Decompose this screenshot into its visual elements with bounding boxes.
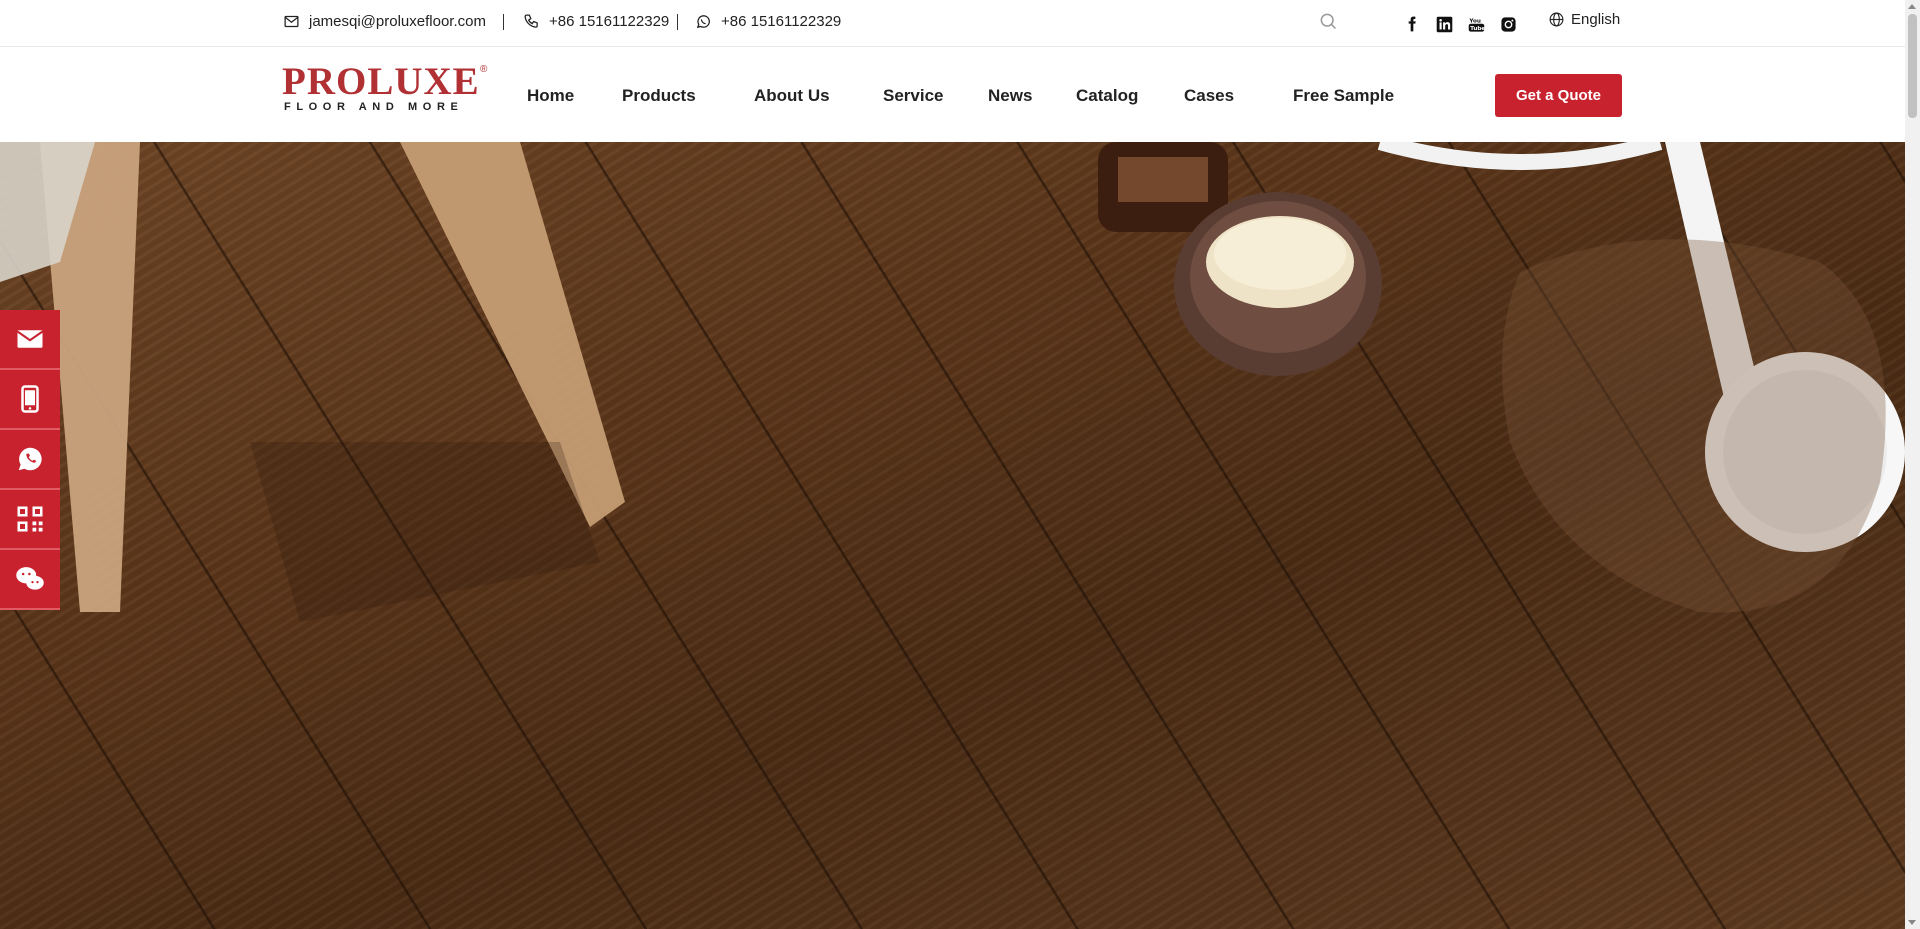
language-label: English (1571, 11, 1621, 28)
scroll-down-arrow[interactable] (1908, 920, 1916, 925)
language-selector[interactable]: English (1548, 11, 1620, 28)
facebook-icon[interactable] (1403, 15, 1421, 33)
nav-catalog[interactable]: Catalog (1076, 86, 1138, 106)
logo-brand: PROLUXE (282, 60, 480, 103)
instagram-icon[interactable] (1499, 15, 1517, 33)
top-info-bar: jamesqi@proluxefloor.com +86 15161122329… (0, 0, 1905, 47)
nav-about-us[interactable]: About Us (754, 86, 830, 106)
get-a-quote-button[interactable]: Get a Quote (1495, 74, 1622, 117)
whatsapp-icon (18, 447, 42, 471)
page-scrollbar[interactable] (1905, 0, 1920, 929)
youtube-icon[interactable]: You Tube (1467, 15, 1485, 33)
nav-news[interactable]: News (988, 86, 1032, 106)
qr-code-icon (17, 506, 43, 532)
mobile-icon (21, 385, 39, 413)
whatsapp-text: +86 15161122329 (721, 13, 842, 30)
phone-contact[interactable]: +86 15161122329 (523, 13, 669, 30)
search-icon[interactable] (1318, 11, 1338, 31)
main-navbar: PROLUXE ® FLOOR AND MORE Home Products A… (0, 48, 1905, 142)
phone-text: +86 15161122329 (549, 13, 670, 30)
svg-text:Tube: Tube (1470, 26, 1485, 32)
whatsapp-icon (696, 15, 710, 29)
linkedin-icon[interactable] (1435, 15, 1453, 33)
sidebar-whatsapp-button[interactable] (0, 430, 60, 490)
nav-service[interactable]: Service (883, 86, 944, 106)
sidebar-email-button[interactable] (0, 310, 60, 370)
nav-products[interactable]: Products (622, 86, 696, 106)
logo[interactable]: PROLUXE ® FLOOR AND MORE (282, 62, 492, 122)
wechat-icon (16, 567, 44, 590)
hero-image (0, 142, 1905, 622)
sidebar-mobile-button[interactable] (0, 370, 60, 430)
globe-icon (1549, 12, 1564, 27)
sidebar-wechat-button[interactable] (0, 550, 60, 610)
hero-banner (0, 142, 1905, 929)
scrollbar-thumb[interactable] (1908, 14, 1917, 118)
divider (677, 14, 678, 30)
sidebar-qr-code-button[interactable] (0, 490, 60, 550)
scroll-up-arrow[interactable] (1908, 4, 1916, 9)
email-contact[interactable]: jamesqi@proluxefloor.com (283, 13, 486, 30)
nav-home[interactable]: Home (527, 86, 574, 106)
floating-contact-sidebar (0, 310, 60, 610)
whatsapp-contact[interactable]: +86 15161122329 (695, 13, 841, 30)
email-text: jamesqi@proluxefloor.com (309, 13, 486, 30)
registered-mark: ® (480, 64, 488, 75)
email-icon (284, 15, 299, 28)
divider (503, 14, 504, 30)
logo-tagline: FLOOR AND MORE (284, 101, 464, 113)
svg-text:You: You (1468, 18, 1481, 24)
nav-cases[interactable]: Cases (1184, 86, 1234, 106)
nav-free-sample[interactable]: Free Sample (1293, 86, 1394, 106)
email-icon (16, 330, 44, 348)
phone-icon (524, 14, 538, 28)
